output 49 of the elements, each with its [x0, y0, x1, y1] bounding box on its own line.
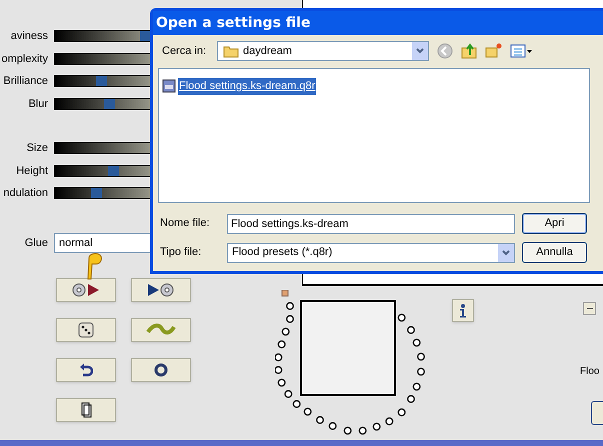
slider-thumb[interactable] — [108, 166, 120, 176]
slider-thumb[interactable] — [104, 98, 116, 109]
file-icon — [162, 79, 176, 94]
undo-icon — [79, 363, 93, 377]
new-folder-icon[interactable] — [485, 43, 502, 59]
glue-label: Glue — [24, 236, 48, 251]
info-icon — [459, 304, 467, 318]
slider-label: Blur — [27, 96, 48, 112]
slider-thumb[interactable] — [90, 188, 102, 198]
look-in-dropdown[interactable]: daydream — [217, 41, 429, 61]
disc-play-icon — [72, 283, 100, 297]
copy-button[interactable] — [56, 398, 116, 422]
back-icon[interactable] — [437, 43, 453, 59]
save-button[interactable] — [131, 278, 191, 302]
view-menu-icon[interactable] — [510, 44, 532, 58]
undo-button[interactable] — [56, 358, 116, 382]
flood-label: Floo — [580, 365, 600, 379]
reset-button[interactable] — [131, 358, 191, 382]
look-in-label: Cerca in: — [162, 44, 208, 59]
file-name-field[interactable]: Flood settings.ks-dream — [227, 214, 515, 234]
play-disc-icon — [147, 283, 175, 297]
slider-label: Brilliance — [2, 74, 48, 89]
look-in-value: daydream — [243, 44, 293, 59]
slider-thumb[interactable] — [140, 31, 152, 42]
slider-label: ndulation — [2, 186, 48, 201]
up-folder-icon[interactable] — [461, 43, 477, 59]
folder-icon — [223, 44, 239, 58]
document-icon — [79, 402, 93, 418]
info-button[interactable] — [452, 299, 474, 322]
slider-label: aviness — [10, 29, 48, 44]
slider-label: Height — [15, 164, 48, 178]
dice-icon — [78, 322, 94, 338]
file-type-value: Flood presets (*.q8r) — [232, 245, 334, 260]
minus-button[interactable] — [583, 302, 596, 315]
ring-icon — [154, 363, 168, 377]
file-type-dropdown[interactable]: Flood presets (*.q8r) — [227, 242, 515, 262]
slider-label: omplexity — [0, 52, 48, 66]
wave-icon — [146, 323, 176, 337]
file-name-label: Nome file: — [160, 216, 211, 232]
minus-icon — [586, 308, 592, 309]
slider-thumb[interactable] — [96, 76, 108, 86]
window-title: Open a settings file — [156, 14, 310, 32]
slider-label: Size — [26, 141, 48, 156]
cancel-button[interactable]: Annulla — [522, 242, 587, 263]
load-button[interactable] — [56, 278, 116, 302]
file-item[interactable]: Flood settings.ks-dream.q8r — [178, 78, 316, 94]
wave-button[interactable] — [131, 318, 191, 342]
random-button[interactable] — [56, 318, 116, 342]
open-button[interactable]: Apri — [522, 213, 587, 234]
